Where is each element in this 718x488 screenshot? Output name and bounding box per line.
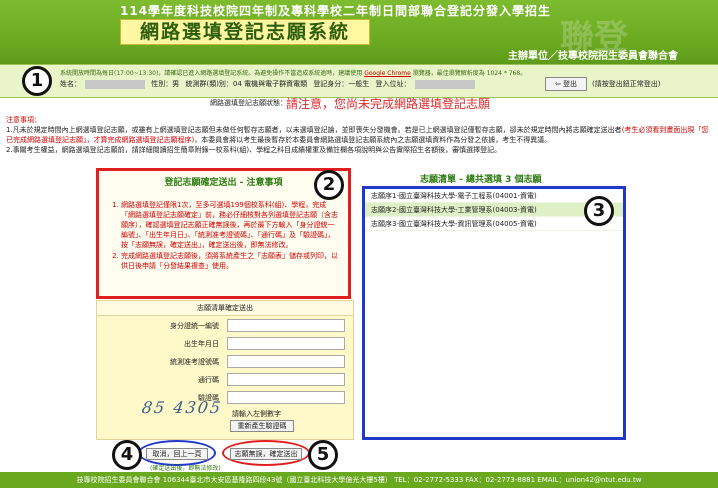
login-ip-label: 登入位址： <box>375 80 411 88</box>
wish-list-title: 志願清單 - 總共選填 3 個志願 <box>420 175 542 185</box>
ip-mask <box>414 79 475 89</box>
captcha-image: 85 4305 <box>140 398 224 417</box>
marker-1: 1 <box>22 66 52 96</box>
exam-input[interactable] <box>227 355 345 368</box>
status-warning: 請注意，您尚未完成網路選填登記志願 <box>286 97 491 111</box>
pass-label: 通行碼 <box>198 376 219 384</box>
pass-row: 通行碼 <box>97 371 355 389</box>
logout-icon: ⇦ <box>554 80 561 88</box>
status-label: 網路選填登記志願狀態： <box>210 99 287 107</box>
captcha-row: 驗證碼 <box>97 389 355 407</box>
birth-input[interactable] <box>227 337 345 350</box>
page-footer: 技專校院招生委員會聯合會 106344臺北市大安區基隆路四段43號（國立臺北科技… <box>0 472 718 488</box>
notes-title: 注意事項： <box>6 116 41 124</box>
chrome-link[interactable]: Google Chrome <box>364 70 411 77</box>
browser-notice: 系統開放時間為每日(17:00~13:30)，請確認已進入網路選填登記系統。為避… <box>60 70 527 77</box>
marker-2: 2 <box>314 170 344 200</box>
notes-item-1: 1.凡未於規定時間內上網選填登記志願，或雖有上網選填登記志願但未做任何暫存志願者… <box>6 126 709 144</box>
confirm-form-head: 志願清單確定送出 <box>97 301 353 316</box>
exam-label: 統測准考證號碼 <box>170 358 219 366</box>
confirm-notes-box: 登記志願確定送出 - 注意事項 網路選填登記僅限1次，至多可選填199個校系科(… <box>96 168 351 299</box>
captcha-hint: 請輸入左側數字 <box>232 410 281 418</box>
exam-row: 統測准考證號碼 <box>97 353 355 371</box>
header-org: 主辦單位／技專校院招生委員會聯合會 <box>508 51 678 62</box>
marker-4: 4 <box>112 440 142 470</box>
confirm-notes-title: 登記志願確定送出 - 注意事項 <box>164 178 283 188</box>
page-header: 114學年度科技校院四年制及專科學校二年制日間部聯合登記分發入學招生 網路選填登… <box>0 0 718 64</box>
name-mask <box>85 79 145 89</box>
id-row: 身分證統一編號 <box>97 317 355 335</box>
confirm-note-1: 網路選填登記僅限1次，至多可選填199個校系科(組)、學程，完成「網路選填登記志… <box>121 200 340 250</box>
notes-section: 注意事項： 1.凡未於規定時間內上網選填登記志願，或雖有上網選填登記志願但未做任… <box>6 115 712 155</box>
user-info-row: 姓名： 性別：男 統測群(類)別：04 電機與電子群資電類 登記身分：一般生 登… <box>60 79 479 89</box>
cancel-button[interactable]: 取消，回上一頁 <box>146 448 208 460</box>
submit-note: (確定送出後，即無法修改) <box>150 465 221 472</box>
confirm-note-2: 完成網路選填登記志願後，須將系統產生之「志願表」儲存或列印，以供日後申請「分發結… <box>121 251 340 271</box>
pass-input[interactable] <box>227 373 345 386</box>
captcha-input[interactable] <box>227 391 345 404</box>
birth-label: 出生年月日 <box>184 340 219 348</box>
notes-item-2: 2.事關考生權益，網路選填登記志願前，請詳細閱讀招生簡章附錄一校系科(組)、學程… <box>6 146 502 154</box>
captcha-refresh-button[interactable]: 重新產生驗證碼 <box>230 420 294 432</box>
wish-list-box: 志願序1-國立臺灣科技大學-電子工程系(04001-資電) 志願序2-國立臺灣科… <box>362 186 626 440</box>
system-title: 網路選填登記志願系統 <box>120 19 370 45</box>
user-info-bar: 系統開放時間為每日(17:00~13:30)，請確認已進入網路選填登記系統。為避… <box>0 64 718 98</box>
gender-text: 性別：男 <box>151 80 180 88</box>
logout-button[interactable]: ⇦ 登出 <box>545 77 587 91</box>
id-label: 身分證統一編號 <box>170 322 219 330</box>
name-label: 姓名： <box>60 80 81 88</box>
logout-hint: (請按登出鈕正常登出) <box>592 80 661 88</box>
birth-row: 出生年月日 <box>97 335 355 353</box>
marker-3: 3 <box>584 196 614 226</box>
group-text: 統測群(類)別：04 電機與電子群資電類 <box>185 80 308 88</box>
wish-item: 志願序3-國立臺灣科技大學-資訊管理系(04005-資電) <box>365 217 623 231</box>
submit-button[interactable]: 志願無誤，確定送出 <box>230 448 302 460</box>
id-input[interactable] <box>227 319 345 332</box>
marker-5: 5 <box>308 440 338 470</box>
wish-item: 志願序1-國立臺灣科技大學-電子工程系(04001-資電) <box>365 189 623 203</box>
header-top-line: 114學年度科技校院四年制及專科學校二年制日間部聯合登記分發入學招生 <box>120 4 552 18</box>
identity-text: 登記身分：一般生 <box>313 80 370 88</box>
confirm-form: 志願清單確定送出 身分證統一編號 出生年月日 統測准考證號碼 通行碼 驗證碼 <box>96 300 354 440</box>
